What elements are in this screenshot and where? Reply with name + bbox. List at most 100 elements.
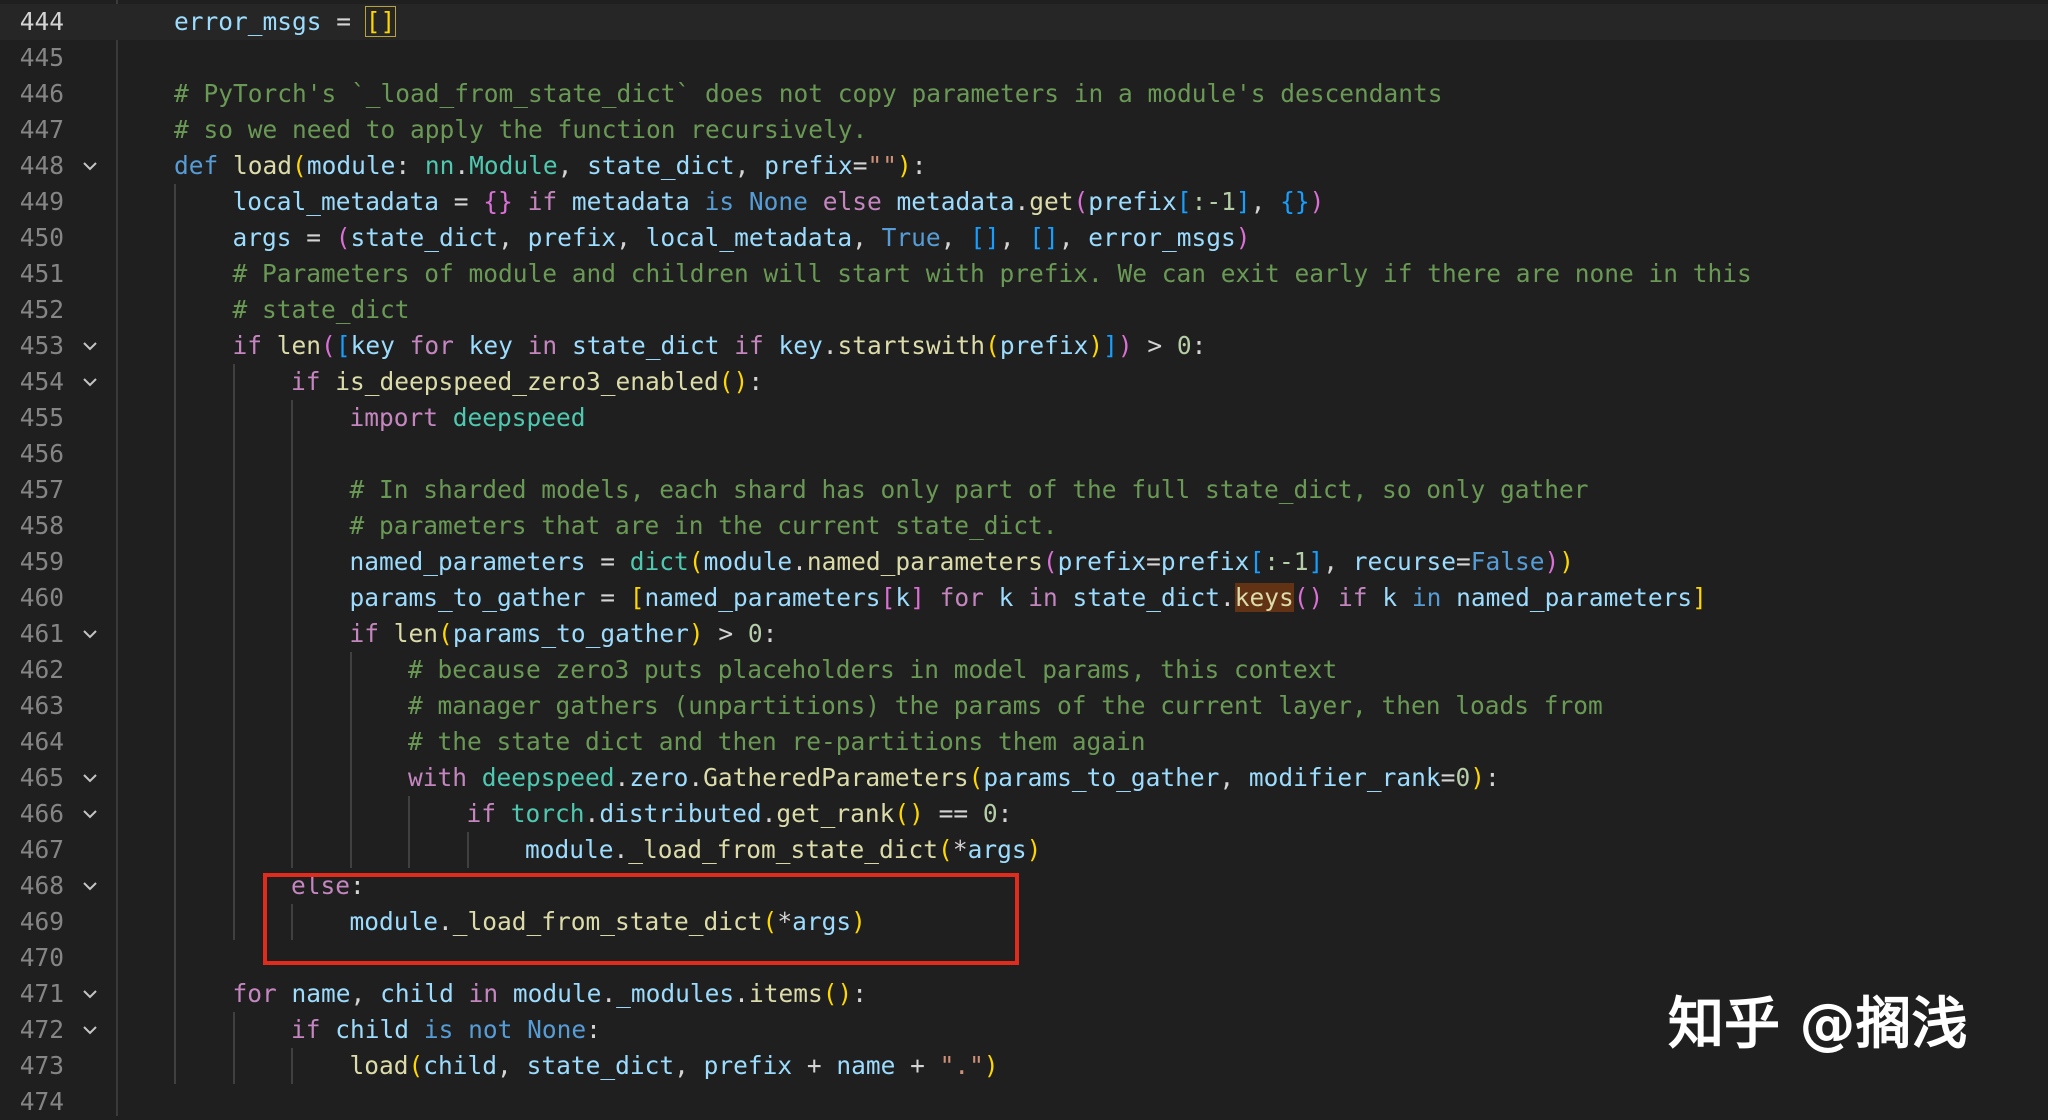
code-line[interactable]: 458 # parameters that are in the current …	[0, 508, 2048, 544]
code-text[interactable]: if child is not None:	[291, 1012, 601, 1048]
fold-chevron-icon[interactable]	[82, 807, 97, 821]
indent-guide	[174, 220, 176, 256]
code-token: :	[586, 1015, 601, 1044]
indent-guide	[232, 652, 235, 688]
code-text[interactable]: load(child, state_dict, prefix + name + …	[350, 1048, 999, 1084]
code-text[interactable]: # Parameters of module and children will…	[233, 256, 1752, 292]
code-token: child	[380, 979, 454, 1008]
code-text[interactable]: if torch.distributed.get_rank() == 0:	[467, 796, 1013, 832]
indent-guide	[232, 436, 235, 472]
code-text[interactable]: args = (state_dict, prefix, local_metada…	[233, 220, 1251, 256]
fold-chevron-icon[interactable]	[82, 987, 97, 1001]
code-line[interactable]: 454 if is_deepspeed_zero3_enabled():	[0, 364, 2048, 400]
code-token: )	[1309, 187, 1325, 216]
code-token: .	[688, 763, 704, 792]
code-text[interactable]: with deepspeed.zero.GatheredParameters(p…	[408, 760, 1500, 796]
code-line[interactable]: 444 error_msgs = []	[0, 4, 2048, 40]
code-token: distributed	[599, 799, 762, 828]
code-line[interactable]: 449 local_metadata = {} if metadata is No…	[0, 184, 2048, 220]
indent-guide	[291, 544, 293, 580]
code-line[interactable]: 455 import deepspeed	[0, 400, 2048, 436]
fold-chevron-icon[interactable]	[82, 627, 97, 641]
code-line[interactable]: 459 named_parameters = dict(module.named_…	[0, 544, 2048, 580]
code-line[interactable]: 447 # so we need to apply the function re…	[0, 112, 2048, 148]
code-text[interactable]: # In sharded models, each shard has only…	[350, 472, 1589, 508]
fold-chevron-icon[interactable]	[82, 159, 97, 173]
code-line[interactable]: 451 # Parameters of module and children w…	[0, 256, 2048, 292]
code-line[interactable]: 448 def load(module: nn.Module, state_dic…	[0, 148, 2048, 184]
code-line[interactable]: 446 # PyTorch's `_load_from_state_dict` d…	[0, 76, 2048, 112]
code-line[interactable]: 460 params_to_gather = [named_parameters[…	[0, 580, 2048, 616]
line-number: 447	[19, 115, 64, 144]
indent-guide	[174, 1048, 176, 1084]
code-token: None	[748, 187, 808, 216]
line-number: 451	[19, 259, 64, 288]
code-token: ,	[557, 151, 588, 180]
code-text[interactable]: error_msgs = []	[174, 4, 397, 40]
code-line[interactable]: 466 if torch.distributed.get_rank() == 0:	[0, 796, 2048, 832]
code-token: state_dict	[571, 331, 720, 360]
code-text[interactable]: # state_dict	[233, 292, 410, 328]
fold-chevron-icon[interactable]	[82, 879, 97, 893]
indent-guide	[174, 796, 176, 832]
code-text[interactable]: # parameters that are in the current sta…	[350, 508, 1058, 544]
code-line[interactable]: 462 # because zero3 puts placeholders in …	[0, 652, 2048, 688]
code-text[interactable]: # the state dict and then re-partitions …	[408, 724, 1146, 760]
code-text[interactable]: params_to_gather = [named_parameters[k] …	[350, 580, 1707, 616]
code-token: len	[393, 619, 439, 648]
code-text[interactable]: # because zero3 puts placeholders in mod…	[408, 652, 1337, 688]
code-line[interactable]: 445	[0, 40, 2048, 76]
code-token: ""	[867, 151, 897, 180]
fold-chevron-icon[interactable]	[82, 339, 97, 353]
indent-guide	[174, 364, 176, 400]
code-text[interactable]: # manager gathers (unpartitions) the par…	[408, 688, 1603, 724]
line-number: 453	[19, 331, 64, 360]
code-line[interactable]: 474	[0, 1084, 2048, 1120]
code-line[interactable]: 450 args = (state_dict, prefix, local_met…	[0, 220, 2048, 256]
code-text[interactable]: if is_deepspeed_zero3_enabled():	[291, 364, 763, 400]
code-token: ,	[999, 223, 1030, 252]
code-text[interactable]: module._load_from_state_dict(*args)	[525, 832, 1041, 868]
fold-chevron-icon[interactable]	[82, 1023, 97, 1037]
code-line[interactable]: 467 module._load_from_state_dict(*args)	[0, 832, 2048, 868]
fold-chevron-icon[interactable]	[82, 771, 97, 785]
code-text[interactable]: def load(module: nn.Module, state_dict, …	[174, 148, 927, 184]
code-line[interactable]: 452 # state_dict	[0, 292, 2048, 328]
code-text[interactable]: # PyTorch's `_load_from_state_dict` does…	[174, 76, 1443, 112]
line-number: 471	[19, 979, 64, 1008]
code-line[interactable]: 457 # In sharded models, each shard has o…	[0, 472, 2048, 508]
code-token: # In sharded models, each shard has only…	[349, 475, 1589, 504]
code-text[interactable]: named_parameters = dict(module.named_par…	[350, 544, 1575, 580]
code-text[interactable]: if len(params_to_gather) > 0:	[350, 616, 778, 652]
code-token: :	[748, 367, 764, 396]
indent-guide	[174, 904, 176, 940]
fold-chevron-icon[interactable]	[82, 375, 97, 389]
code-token: named_parameters	[349, 547, 586, 576]
line-number: 460	[19, 583, 64, 612]
code-line[interactable]: 453 if len([key for key in state_dict if …	[0, 328, 2048, 364]
code-token: recurse	[1352, 547, 1456, 576]
line-number: 444	[19, 7, 64, 36]
code-line[interactable]: 464 # the state dict and then re-partitio…	[0, 724, 2048, 760]
code-token: (	[292, 151, 307, 180]
code-token: []	[1029, 223, 1059, 252]
code-token: load	[233, 151, 293, 180]
code-line[interactable]: 461 if len(params_to_gather) > 0:	[0, 616, 2048, 652]
code-token: named_parameters	[806, 547, 1043, 576]
code-line[interactable]: 456	[0, 436, 2048, 472]
code-token: deepspeed	[452, 403, 586, 432]
code-text[interactable]: local_metadata = {} if metadata is None …	[233, 184, 1325, 220]
code-text[interactable]: for name, child in module._modules.items…	[233, 976, 867, 1012]
code-text[interactable]: # so we need to apply the function recur…	[174, 112, 867, 148]
code-token: named_parameters	[644, 583, 881, 612]
code-line[interactable]: 465 with deepspeed.zero.GatheredParameter…	[0, 760, 2048, 796]
code-text[interactable]: import deepspeed	[350, 400, 586, 436]
code-token: (	[321, 331, 336, 360]
indent-guide	[174, 1012, 176, 1048]
code-editor[interactable]: 444 error_msgs = [] 445 446 # PyTorch's `_lo…	[0, 0, 2048, 1116]
code-token: ,	[940, 223, 971, 252]
code-line[interactable]: 463 # manager gathers (unpartitions) the …	[0, 688, 2048, 724]
code-token: :	[395, 151, 425, 180]
code-text[interactable]: if len([key for key in state_dict if key…	[233, 328, 1207, 364]
